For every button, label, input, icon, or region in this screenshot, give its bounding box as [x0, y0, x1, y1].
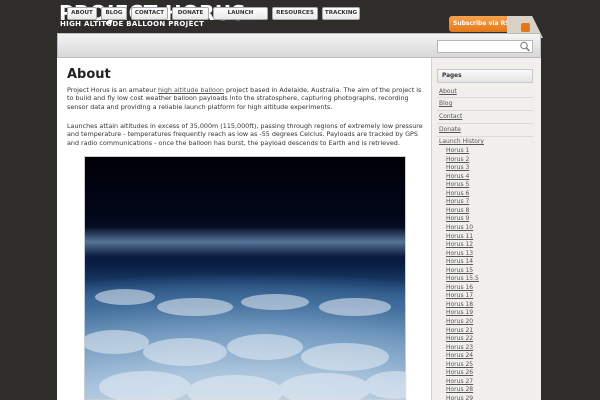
sidebar-launch-link[interactable]: Horus 20: [446, 318, 473, 325]
sidebar-launch-link[interactable]: Horus 18: [446, 301, 473, 308]
nav-item-tracking[interactable]: TRACKING: [322, 7, 360, 20]
sidebar-divider: [437, 136, 533, 137]
sidebar-launch-link[interactable]: Horus 22: [446, 335, 473, 342]
sidebar-divider: [437, 97, 533, 98]
nav-item-about[interactable]: ABOUT: [67, 7, 97, 20]
sidebar-launch-link[interactable]: Horus 9: [446, 215, 469, 222]
page-title: About: [67, 67, 111, 82]
sidebar-launch-link[interactable]: Horus 5: [446, 181, 469, 188]
nav-item-contact[interactable]: CONTACT: [131, 7, 168, 20]
sidebar-link-launch-history[interactable]: Launch History: [439, 138, 484, 145]
magnifier-icon[interactable]: [519, 41, 531, 52]
sidebar-launch-link[interactable]: Horus 7: [446, 198, 469, 205]
sidebar-launch-link[interactable]: Horus 23: [446, 344, 473, 351]
nav-item-blog[interactable]: BLOG: [101, 7, 127, 20]
sidebar-launch-link[interactable]: Horus 19: [446, 309, 473, 316]
sidebar-launch-link[interactable]: Horus 28: [446, 386, 473, 393]
sidebar-link-contact[interactable]: Contact: [439, 113, 462, 120]
sidebar-launch-link[interactable]: Horus 4: [446, 173, 469, 180]
sidebar-launch-link[interactable]: Horus 17: [446, 292, 473, 299]
pages-widget-title: Pages: [437, 69, 533, 83]
sidebar-launch-link[interactable]: Horus 6: [446, 190, 469, 197]
high-altitude-balloon-link[interactable]: high altitude balloon: [158, 86, 224, 94]
sidebar-link-donate[interactable]: Donate: [439, 126, 461, 133]
sidebar-launch-link[interactable]: Horus 2: [446, 156, 469, 163]
site-description: HIGH ALTITUDE BALLOON PROJECT: [60, 20, 205, 28]
sidebar-link-about[interactable]: About: [439, 88, 457, 95]
sidebar-launch-link[interactable]: Horus 21: [446, 327, 473, 334]
sidebar-launch-link[interactable]: Horus 25: [446, 361, 473, 368]
sidebar-launch-link[interactable]: Horus 11: [446, 233, 473, 240]
sidebar-launch-link[interactable]: Horus 1: [446, 147, 469, 154]
sidebar-launch-link[interactable]: Horus 15: [446, 267, 473, 274]
sidebar-launch-link[interactable]: Horus 27: [446, 378, 473, 385]
sidebar-launch-link[interactable]: Horus 16: [446, 284, 473, 291]
sidebar-launch-link[interactable]: Horus 26: [446, 369, 473, 376]
sidebar-launch-link[interactable]: Horus 14: [446, 258, 473, 265]
sidebar-launch-link[interactable]: Horus 29: [446, 395, 473, 400]
sidebar-launch-link[interactable]: Horus 13: [446, 250, 473, 257]
launch-paragraph: Launches attain altitudes in excess of 3…: [67, 122, 423, 147]
sidebar-divider: [437, 123, 533, 124]
sidebar-launch-link[interactable]: Horus 8: [446, 207, 469, 214]
stratosphere-photo: [84, 156, 407, 400]
sidebar-link-blog[interactable]: Blog: [439, 100, 452, 107]
sidebar-launch-link[interactable]: Horus 3: [446, 164, 469, 171]
sidebar-divider: [437, 110, 533, 111]
nav-item-resources[interactable]: RESOURCES: [272, 7, 318, 20]
nav-item-launch-history[interactable]: LAUNCH HISTORY: [213, 7, 268, 27]
sidebar-launch-link[interactable]: Horus 15.5: [446, 275, 479, 282]
sidebar-launch-link[interactable]: Horus 10: [446, 224, 473, 231]
sidebar-launch-link[interactable]: Horus 12: [446, 241, 473, 248]
sidebar-launch-link[interactable]: Horus 24: [446, 352, 473, 359]
intro-paragraph: Project Horus is an amateur high altitud…: [67, 86, 422, 111]
nav-item-donate[interactable]: DONATE: [172, 7, 209, 20]
